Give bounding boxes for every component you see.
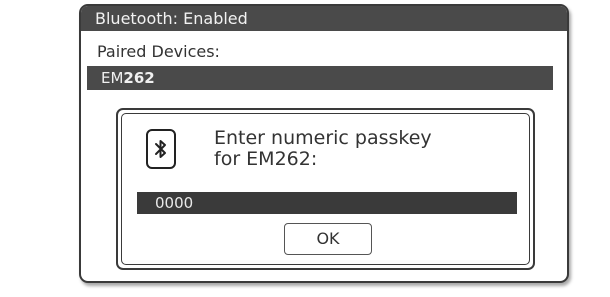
- device-name-suffix: 262: [123, 69, 155, 87]
- bluetooth-glyph: [155, 140, 166, 158]
- paired-device-item[interactable]: EM262: [87, 66, 553, 90]
- passkey-dialog-body: Enter numeric passkey for EM262: 0000 OK: [121, 113, 530, 265]
- bluetooth-window: Bluetooth: Enabled Paired Devices: EM262…: [79, 4, 569, 283]
- passkey-dialog: Enter numeric passkey for EM262: 0000 OK: [116, 108, 535, 270]
- passkey-prompt: Enter numeric passkey for EM262:: [214, 128, 514, 170]
- window-title: Bluetooth: Enabled: [81, 6, 567, 31]
- prompt-line-1: Enter numeric passkey: [214, 127, 432, 149]
- bluetooth-icon: [146, 129, 176, 169]
- device-name-prefix: EM: [101, 69, 124, 87]
- passkey-input[interactable]: 0000: [137, 192, 517, 214]
- ok-button[interactable]: OK: [284, 223, 372, 255]
- prompt-line-2: for EM262:: [214, 148, 318, 170]
- paired-devices-label: Paired Devices:: [97, 42, 220, 61]
